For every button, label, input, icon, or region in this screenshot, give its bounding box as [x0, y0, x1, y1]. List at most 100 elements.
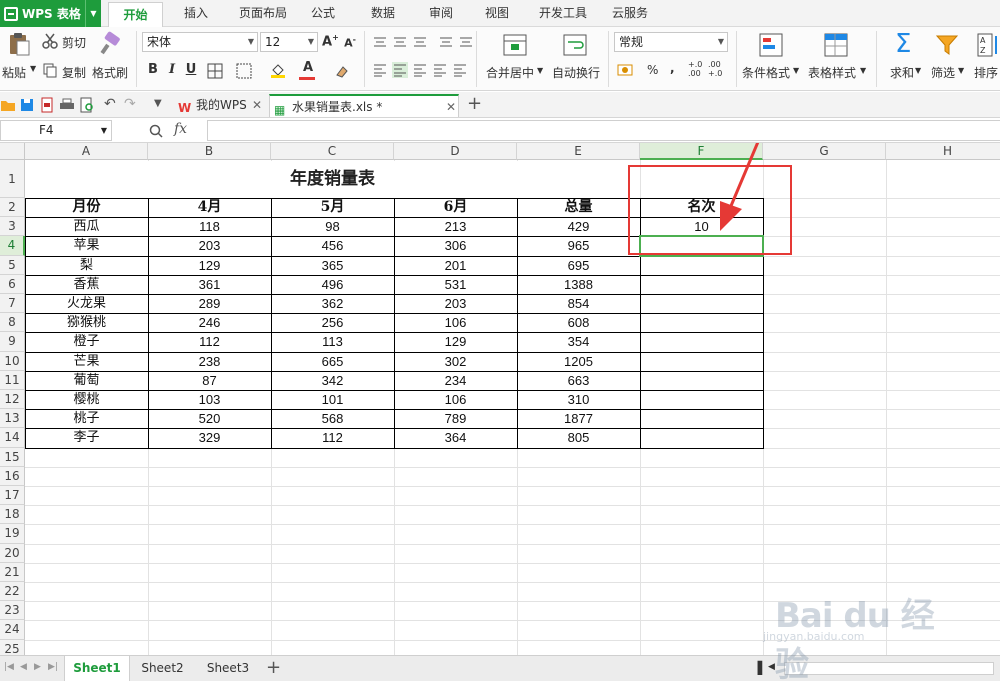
table-header-cell[interactable]: 4月: [148, 198, 271, 217]
table-cell[interactable]: 456: [271, 236, 394, 255]
table-style-button[interactable]: 表格样式: [808, 64, 856, 81]
sort-button[interactable]: 排序: [974, 64, 998, 81]
row-header[interactable]: 24: [0, 620, 25, 640]
increase-font-icon[interactable]: A+: [322, 33, 339, 49]
table-cell[interactable]: 112: [148, 332, 271, 351]
table-cell[interactable]: 310: [517, 390, 640, 409]
align-top-icon[interactable]: [372, 34, 388, 50]
row-header[interactable]: 14: [0, 428, 25, 448]
row-header[interactable]: 11: [0, 370, 25, 390]
merge-center-icon[interactable]: [502, 32, 528, 58]
column-header[interactable]: A: [25, 143, 148, 160]
table-cell[interactable]: 520: [148, 409, 271, 428]
row-header[interactable]: 21: [0, 562, 25, 582]
table-cell[interactable]: 306: [394, 236, 517, 255]
table-cell[interactable]: [640, 409, 763, 428]
add-sheet-button[interactable]: +: [266, 657, 281, 678]
format-painter-button[interactable]: 格式刷: [92, 64, 128, 81]
underline-button[interactable]: U: [183, 62, 199, 77]
sheet-tab[interactable]: Sheet2: [130, 656, 195, 681]
redo-icon[interactable]: ↷: [124, 96, 136, 112]
save-icon[interactable]: [19, 97, 35, 113]
distributed-icon[interactable]: [452, 62, 468, 78]
last-sheet-icon[interactable]: ▶|: [48, 662, 58, 672]
italic-button[interactable]: I: [164, 62, 180, 77]
font-size-select[interactable]: 12 ▼: [260, 32, 318, 52]
row-header[interactable]: 17: [0, 486, 25, 506]
sheet-title-cell[interactable]: 年度销量表: [25, 161, 640, 198]
table-cell[interactable]: 112: [271, 428, 394, 447]
chevron-down-icon[interactable]: ▼: [85, 0, 101, 27]
menu-tab-item[interactable]: 审阅: [420, 0, 462, 27]
row-header[interactable]: 12: [0, 390, 25, 410]
fruit-name-cell[interactable]: 梨: [25, 256, 148, 275]
customize-dropdown-icon[interactable]: ▼: [154, 98, 162, 109]
menu-tab-item[interactable]: 公式: [302, 0, 344, 27]
table-cell[interactable]: [640, 428, 763, 447]
percent-button[interactable]: %: [647, 63, 658, 77]
table-header-cell[interactable]: 6月: [394, 198, 517, 217]
menu-tab-item[interactable]: 插入: [170, 0, 222, 27]
table-cell[interactable]: [640, 371, 763, 390]
table-cell[interactable]: 531: [394, 275, 517, 294]
table-cell[interactable]: 238: [148, 352, 271, 371]
conditional-format-button[interactable]: 条件格式: [742, 64, 790, 81]
table-cell[interactable]: 429: [517, 217, 640, 236]
table-cell[interactable]: 965: [517, 236, 640, 255]
fruit-name-cell[interactable]: 李子: [25, 428, 148, 447]
table-cell[interactable]: 1388: [517, 275, 640, 294]
cell-style-icon[interactable]: [236, 63, 252, 79]
increase-indent-icon[interactable]: [458, 34, 474, 50]
decrease-decimal-button[interactable]: .00 +.0: [708, 60, 722, 78]
conditional-format-icon[interactable]: [758, 32, 784, 58]
table-cell[interactable]: 364: [394, 428, 517, 447]
decrease-indent-icon[interactable]: [438, 34, 454, 50]
menu-tab-item[interactable]: 数据: [362, 0, 404, 27]
print-preview-icon[interactable]: [79, 97, 95, 113]
table-cell[interactable]: [640, 256, 763, 275]
table-cell[interactable]: [640, 275, 763, 294]
table-cell[interactable]: 246: [148, 313, 271, 332]
formula-input[interactable]: [207, 120, 1000, 141]
table-cell[interactable]: [640, 236, 763, 255]
sheet-tab[interactable]: Sheet1: [64, 656, 130, 681]
table-cell[interactable]: 129: [148, 256, 271, 275]
app-menu-button[interactable]: WPS 表格 ▼: [0, 0, 101, 27]
row-header[interactable]: 18: [0, 505, 25, 525]
fruit-name-cell[interactable]: 西瓜: [25, 217, 148, 236]
font-color-icon[interactable]: A: [300, 60, 316, 75]
chevron-down-icon[interactable]: ▼: [537, 66, 543, 75]
column-header[interactable]: F: [640, 143, 763, 160]
close-icon[interactable]: ✕: [446, 96, 456, 118]
row-header[interactable]: 15: [0, 447, 25, 467]
table-cell[interactable]: 106: [394, 313, 517, 332]
zoom-search-icon[interactable]: [148, 123, 164, 139]
new-tab-button[interactable]: +: [467, 93, 482, 114]
column-header[interactable]: G: [763, 143, 886, 160]
table-cell[interactable]: 608: [517, 313, 640, 332]
paste-button[interactable]: 粘贴: [2, 64, 26, 81]
scroll-left-icon[interactable]: ◀: [768, 662, 775, 672]
table-cell[interactable]: 201: [394, 256, 517, 275]
column-header[interactable]: H: [886, 143, 1000, 160]
fruit-name-cell[interactable]: 樱桃: [25, 390, 148, 409]
filter-button[interactable]: 筛选: [931, 64, 955, 81]
table-cell[interactable]: 213: [394, 217, 517, 236]
table-cell[interactable]: [640, 332, 763, 351]
currency-icon[interactable]: [617, 62, 633, 78]
fruit-name-cell[interactable]: 猕猴桃: [25, 313, 148, 332]
border-icon[interactable]: [207, 63, 223, 79]
table-cell[interactable]: 496: [271, 275, 394, 294]
column-header[interactable]: E: [517, 143, 640, 160]
table-header-cell[interactable]: 月份: [25, 198, 148, 217]
table-cell[interactable]: 805: [517, 428, 640, 447]
align-right-icon[interactable]: [412, 62, 428, 78]
menu-tab-item[interactable]: 开始: [108, 2, 163, 28]
fruit-name-cell[interactable]: 芒果: [25, 352, 148, 371]
table-cell[interactable]: 329: [148, 428, 271, 447]
table-cell[interactable]: 568: [271, 409, 394, 428]
table-cell[interactable]: 663: [517, 371, 640, 390]
increase-decimal-button[interactable]: +.0 .00: [688, 60, 702, 78]
table-cell[interactable]: 695: [517, 256, 640, 275]
table-style-icon[interactable]: [823, 32, 849, 58]
